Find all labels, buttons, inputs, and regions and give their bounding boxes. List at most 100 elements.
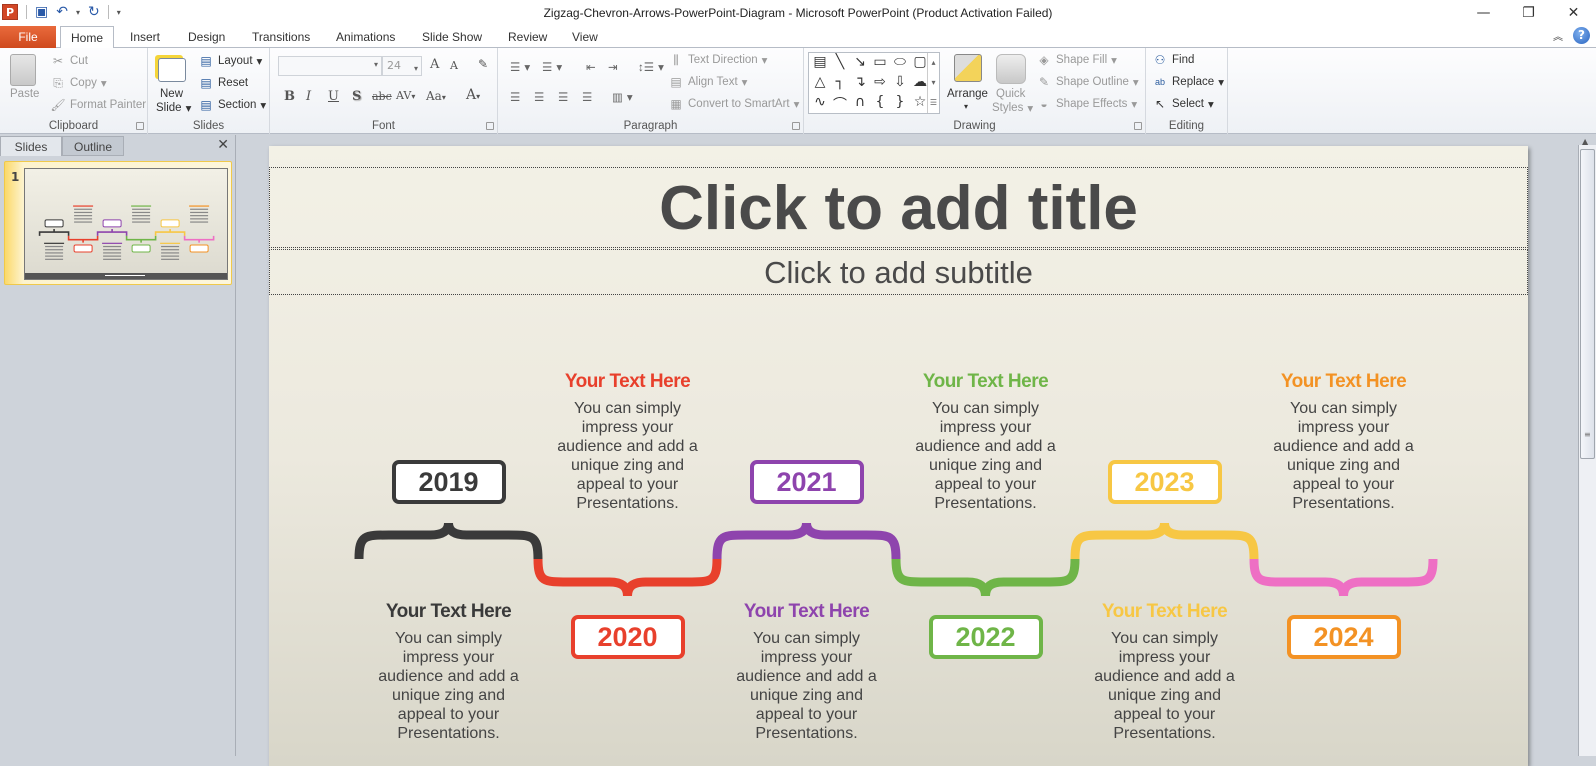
copy-button[interactable]: ⎘ Copy ▾ [50,76,106,90]
milestone-body-text[interactable]: You can simply impress your audience and… [377,629,521,743]
new-slide-button[interactable]: New [160,88,183,100]
numbering-button[interactable]: ☰ ▾ [542,60,562,74]
shadow-button[interactable]: S [352,89,361,104]
restore-button[interactable]: ❐ [1506,2,1551,24]
clear-formatting-icon[interactable]: ✎ [478,57,488,71]
shrink-font-button[interactable]: A [450,59,458,72]
format-painter-button[interactable]: 🖌 Format Painter [50,98,146,112]
paste-icon[interactable] [10,54,36,86]
year-box-2021[interactable]: 2021 [749,460,864,504]
tab-design[interactable]: Design [178,26,235,48]
year-box-2020[interactable]: 2020 [570,615,685,659]
align-text-button[interactable]: ▤ Align Text ▾ [668,75,747,89]
grow-font-button[interactable]: A [430,57,439,72]
left-brace-shape-icon[interactable]: { [871,94,889,110]
character-spacing-button[interactable]: AV▾ [396,89,415,102]
dialog-launcher[interactable] [1134,122,1142,130]
align-left-button[interactable]: ☰ [510,90,520,104]
textbox-shape-icon[interactable]: ▤ [811,54,829,70]
oval-shape-icon[interactable]: ⬭ [891,54,909,70]
dialog-launcher[interactable] [792,122,800,130]
slide-thumbnail-item[interactable]: 1 [4,161,232,285]
tab-slide-show[interactable]: Slide Show [412,26,492,48]
milestone-heading[interactable]: Your Text Here [1244,371,1444,393]
milestone-body-text[interactable]: You can simply impress your audience and… [556,399,700,513]
convert-smartart-button[interactable]: ▦ Convert to SmartArt ▾ [668,97,799,111]
new-slide-dropdown[interactable]: Slide ▾ [156,101,191,115]
shapes-gallery[interactable]: ▤ ╲ ↘ ▭ ⬭ ▢ △ ┐ ↴ ⇨ ⇩ ☁ ∿ ⌒ ∩ { } ☆ ▴ ▾ ☰ [808,52,940,114]
decrease-indent-button[interactable]: ⇤ [586,60,596,74]
reset-button[interactable]: ▤ Reset [198,76,248,90]
arrange-button[interactable]: Arrange [947,88,988,100]
milestone-heading[interactable]: Your Text Here [886,371,1086,393]
align-right-button[interactable]: ☰ [558,90,568,104]
close-button[interactable]: ✕ [1551,2,1596,24]
milestone-body-text[interactable]: You can simply impress your audience and… [1093,629,1237,743]
change-case-button[interactable]: Aa▾ [426,89,446,103]
elbow-arrow-shape-icon[interactable]: ↴ [851,74,869,90]
elbow-connector-shape-icon[interactable]: ┐ [831,74,849,90]
right-brace-shape-icon[interactable]: } [891,94,909,110]
year-box-2019[interactable]: 2019 [391,460,506,504]
underline-button[interactable]: U [328,89,339,104]
arc-shape-icon[interactable]: ⌒ [831,94,849,114]
slide-canvas[interactable]: Click to add title Click to add subtitle… [269,146,1528,766]
shape-outline-button[interactable]: ✎ Shape Outline ▾ [1036,75,1139,89]
rectangle-shape-icon[interactable]: ▭ [871,54,889,70]
line-shape-icon[interactable]: ╲ [831,54,849,70]
line-spacing-button[interactable]: ↕☰ ▾ [638,60,664,74]
bullets-button[interactable]: ☰ ▾ [510,60,530,74]
shape-effects-button[interactable]: ◒ Shape Effects ▾ [1036,97,1137,111]
tab-file[interactable]: File [0,26,56,48]
columns-button[interactable]: ▥ ▾ [612,90,633,104]
text-direction-button[interactable]: ⫼ Text Direction ▾ [668,53,767,67]
brace-segment-2019[interactable] [354,522,543,560]
scrollbar-thumb[interactable]: ≡ [1580,149,1595,459]
milestone-body-text[interactable]: You can simply impress your audience and… [735,629,879,743]
find-button[interactable]: ⚇ Find [1152,53,1195,67]
align-center-button[interactable]: ☰ [534,90,544,104]
bold-button[interactable]: B [284,89,295,104]
quick-styles-button[interactable]: Quick [996,88,1025,100]
cut-button[interactable]: ✂ Cut [50,54,88,68]
milestone-body-text[interactable]: You can simply impress your audience and… [1272,399,1416,513]
tab-transitions[interactable]: Transitions [242,26,320,48]
font-name-combo[interactable]: ▾ [278,56,382,76]
slide-thumbnail[interactable] [24,168,228,280]
tab-outline-panel[interactable]: Outline [62,136,124,156]
replace-button[interactable]: ab Replace ▾ [1152,75,1224,89]
year-box-2022[interactable]: 2022 [928,615,1043,659]
paste-button[interactable]: Paste [10,88,39,100]
section-button[interactable]: ▤ Section ▾ [198,98,266,112]
minimize-ribbon-icon[interactable]: ︽ [1553,28,1563,43]
layout-button[interactable]: ▤ Layout ▾ [198,54,262,68]
scrollbar-track[interactable]: ▲ ≡ [1578,137,1596,756]
milestone-body-text[interactable]: You can simply impress your audience and… [914,399,1058,513]
italic-button[interactable]: I [306,89,311,104]
brace-segment-2022[interactable] [891,558,1080,597]
justify-button[interactable]: ☰ [582,90,592,104]
right-arrow-shape-icon[interactable]: ⇨ [871,74,889,90]
quick-styles-icon[interactable] [996,54,1026,84]
close-panel-icon[interactable]: ✕ [217,137,229,153]
year-box-2023[interactable]: 2023 [1107,460,1222,504]
down-arrow-shape-icon[interactable]: ⇩ [891,74,909,90]
milestone-heading[interactable]: Your Text Here [349,601,549,623]
tab-insert[interactable]: Insert [120,26,170,48]
milestone-heading[interactable]: Your Text Here [528,371,728,393]
curve-shape-icon[interactable]: ∩ [851,94,869,110]
arrange-icon[interactable] [954,54,982,82]
brace-segment-2021[interactable] [712,522,901,560]
tab-home[interactable]: Home [60,26,114,49]
tab-view[interactable]: View [562,26,608,48]
scroll-up-icon[interactable]: ▲ [1582,137,1588,146]
tab-review[interactable]: Review [498,26,557,48]
triangle-shape-icon[interactable]: △ [811,74,829,90]
tab-animations[interactable]: Animations [326,26,405,48]
scribble-shape-icon[interactable]: ∿ [811,94,829,110]
tab-slides-panel[interactable]: Slides [0,136,62,156]
gallery-scroll[interactable]: ▴ ▾ ☰ [927,53,939,113]
brace-segment-2023[interactable] [1070,522,1259,560]
milestone-heading[interactable]: Your Text Here [707,601,907,623]
dialog-launcher[interactable] [136,122,144,130]
